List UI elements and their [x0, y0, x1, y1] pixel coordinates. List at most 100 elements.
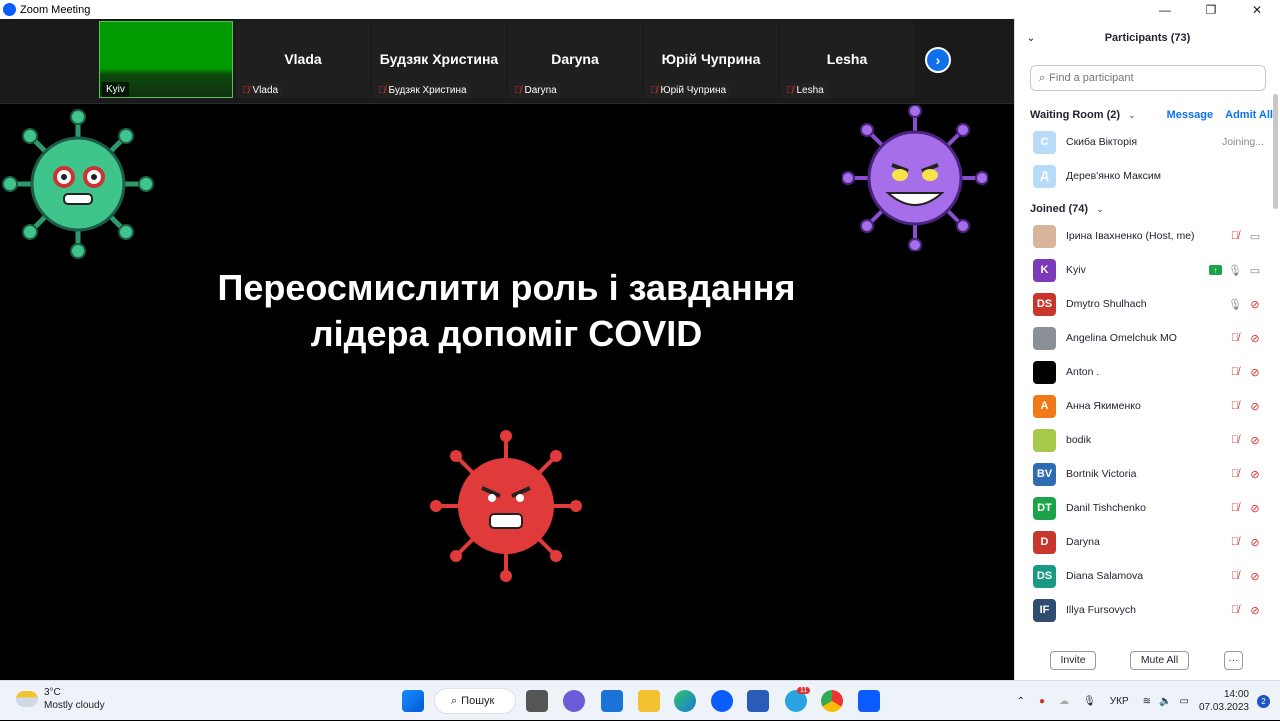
avatar: IF: [1033, 598, 1056, 622]
tile-name-label: 🎙̸ Будзяк Христина: [374, 83, 471, 98]
mic-on-icon[interactable]: 🎙: [1228, 264, 1242, 277]
participant-row[interactable]: D Daryna 🎙̸ ⊘: [1015, 525, 1280, 559]
mic-on-icon[interactable]: 🎙: [1228, 298, 1242, 311]
message-link[interactable]: Message: [1167, 109, 1213, 121]
participant-status-icons: 🎙̸ ⊘: [1228, 434, 1262, 447]
mic-muted-icon[interactable]: 🎙̸: [1228, 230, 1242, 242]
participant-search-input[interactable]: ⌕ Find a participant: [1030, 65, 1266, 91]
chevron-down-icon[interactable]: ⌄: [1128, 110, 1136, 121]
close-window-button[interactable]: ✕: [1234, 0, 1280, 19]
mic-muted-icon[interactable]: 🎙̸: [1228, 400, 1242, 412]
video-on-icon[interactable]: ▭: [1248, 264, 1262, 277]
avatar: [1033, 428, 1056, 452]
participant-status-icons: 🎙̸ ⊘: [1228, 400, 1262, 413]
volume-icon[interactable]: 🔈: [1159, 696, 1171, 707]
participant-row[interactable]: bodik 🎙̸ ⊘: [1015, 423, 1280, 457]
video-tile[interactable]: Юрій Чуприна 🎙̸ Юрій Чуприна: [644, 21, 778, 98]
file-explorer-icon[interactable]: [638, 690, 660, 712]
teams-chat-icon[interactable]: [563, 690, 585, 712]
mic-muted-icon[interactable]: 🎙̸: [1228, 434, 1242, 446]
video-off-icon[interactable]: ⊘: [1248, 434, 1262, 447]
avatar: С: [1033, 130, 1056, 154]
waiting-row[interactable]: Д Дерев'янко Максим: [1015, 159, 1280, 193]
weather-widget[interactable]: 3°C Mostly cloudy: [16, 686, 105, 712]
mic-muted-icon[interactable]: 🎙̸: [1228, 536, 1242, 548]
mic-muted-icon[interactable]: 🎙̸: [1228, 468, 1242, 480]
participant-row[interactable]: DS Dmytro Shulhach 🎙 ⊘: [1015, 287, 1280, 321]
battery-icon[interactable]: ▭: [1179, 696, 1188, 707]
invite-button[interactable]: Invite: [1050, 650, 1096, 670]
video-off-icon[interactable]: ⊘: [1248, 570, 1262, 583]
avatar: BV: [1033, 462, 1056, 486]
taskbar-search[interactable]: ⌕ Пошук: [434, 688, 516, 714]
mic-muted-icon[interactable]: 🎙̸: [1228, 332, 1242, 344]
participant-row[interactable]: IF Illya Fursovych 🎙̸ ⊘: [1015, 593, 1280, 627]
collapse-chevron-icon[interactable]: ⌄: [1015, 33, 1047, 44]
participant-row[interactable]: BV Bortnik Victoria 🎙̸ ⊘: [1015, 457, 1280, 491]
edge-icon[interactable]: [674, 690, 696, 712]
participant-row[interactable]: A Анна Якименко 🎙̸ ⊘: [1015, 389, 1280, 423]
admit-all-link[interactable]: Admit All: [1225, 109, 1273, 121]
video-tile[interactable]: Vlada 🎙̸ Vlada: [236, 21, 370, 98]
participant-row[interactable]: K Kyiv ↑ 🎙 ▭: [1015, 253, 1280, 287]
video-off-icon[interactable]: ⊘: [1248, 502, 1262, 515]
participant-row[interactable]: Ірина Івахненко (Host, me) 🎙̸ ▭: [1015, 219, 1280, 253]
next-page-arrow-icon[interactable]: ›: [925, 47, 951, 73]
security-icon[interactable]: ●: [1039, 696, 1045, 707]
weather-temp: 3°C: [44, 687, 61, 698]
video-off-icon[interactable]: ⊘: [1248, 332, 1262, 345]
video-on-icon[interactable]: ▭: [1248, 230, 1262, 243]
mic-muted-icon[interactable]: 🎙̸: [1228, 366, 1242, 378]
video-tile[interactable]: Daryna 🎙̸ Daryna: [508, 21, 642, 98]
microphone-icon[interactable]: 🎙: [1083, 696, 1096, 707]
start-icon[interactable]: [402, 690, 424, 712]
language-indicator[interactable]: УКР: [1110, 696, 1129, 707]
participant-row[interactable]: DS Diana Salamova 🎙̸ ⊘: [1015, 559, 1280, 593]
video-off-icon[interactable]: ⊘: [1248, 536, 1262, 549]
tile-name-label: Kyiv: [102, 82, 129, 97]
video-off-icon[interactable]: ⊘: [1248, 298, 1262, 311]
participant-status-icons: 🎙 ⊘: [1228, 298, 1262, 311]
mic-muted-icon[interactable]: 🎙̸: [1228, 604, 1242, 616]
clock[interactable]: 14:00 07.03.2023: [1199, 688, 1249, 714]
participant-name: bodik: [1066, 434, 1092, 446]
waiting-row[interactable]: С Скиба Вікторія Joining...: [1015, 125, 1280, 159]
mute-all-button[interactable]: Mute All: [1130, 650, 1189, 670]
panel-scrollbar[interactable]: [1273, 94, 1278, 209]
participant-row[interactable]: Anton . 🎙̸ ⊘: [1015, 355, 1280, 389]
mail-icon[interactable]: [601, 690, 623, 712]
notification-badge[interactable]: 2: [1257, 694, 1270, 708]
video-tile[interactable]: Kyiv: [99, 21, 233, 98]
wifi-icon[interactable]: ≋: [1143, 696, 1151, 707]
zoom-active-icon[interactable]: [858, 690, 880, 712]
cloud-icon[interactable]: ☁: [1059, 696, 1069, 707]
video-off-icon[interactable]: ⊘: [1248, 400, 1262, 413]
more-button[interactable]: ···: [1224, 650, 1243, 670]
participant-row[interactable]: Angelina Omelchuk MO 🎙̸ ⊘: [1015, 321, 1280, 355]
participant-status-icons: 🎙̸ ⊘: [1228, 332, 1262, 345]
weather-cloud-icon: [16, 691, 38, 707]
video-tile[interactable]: Будзяк Христина 🎙̸ Будзяк Христина: [372, 21, 506, 98]
chevron-up-icon[interactable]: ⌃: [1017, 696, 1025, 707]
chrome-icon[interactable]: [821, 690, 843, 712]
video-off-icon[interactable]: ⊘: [1248, 604, 1262, 617]
tile-name-text: Юрій Чуприна: [660, 85, 727, 96]
zoom-icon[interactable]: [711, 690, 733, 712]
task-view-icon[interactable]: [526, 690, 548, 712]
green-virus-icon: [2, 109, 154, 259]
headline-line-2: лідера допоміг COVID: [310, 313, 703, 354]
mic-muted-icon[interactable]: 🎙̸: [1228, 570, 1242, 582]
video-off-icon[interactable]: ⊘: [1248, 468, 1262, 481]
word-icon[interactable]: [747, 690, 769, 712]
mic-muted-icon[interactable]: 🎙̸: [1228, 502, 1242, 514]
video-tile[interactable]: Lesha 🎙̸ Lesha: [780, 21, 914, 98]
chevron-down-icon[interactable]: ⌄: [1096, 204, 1104, 215]
tile-name-text: Lesha: [796, 85, 824, 96]
participant-row[interactable]: DT Danil Tishchenko 🎙̸ ⊘: [1015, 491, 1280, 525]
video-strip: Kyiv Vlada 🎙̸ Vlada Будзяк Христина 🎙̸ Буд…: [0, 19, 1014, 104]
video-off-icon[interactable]: ⊘: [1248, 366, 1262, 379]
restore-button[interactable]: ❐: [1188, 0, 1234, 19]
minimize-button[interactable]: —: [1142, 0, 1188, 19]
tile-name-text: Daryna: [524, 85, 557, 96]
avatar: D: [1033, 530, 1056, 554]
